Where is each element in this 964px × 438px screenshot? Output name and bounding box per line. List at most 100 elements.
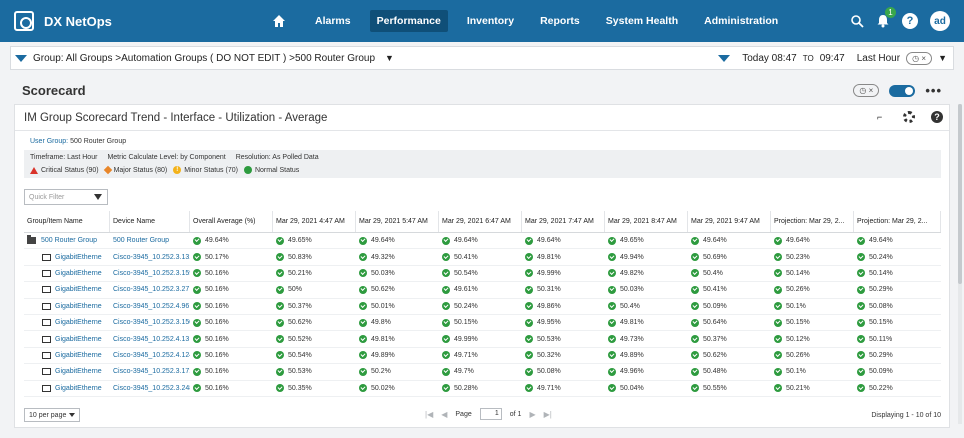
item-name-link[interactable]: GigabitEtherne (55, 368, 102, 375)
item-name-link[interactable]: GigabitEtherne (55, 286, 102, 293)
more-options-icon[interactable]: ••• (925, 83, 942, 98)
item-name-link[interactable]: GigabitEtherne (55, 254, 102, 261)
group-row[interactable]: 500 Router Group 500 Router Group 49.64% 49… (24, 233, 941, 250)
column-header[interactable]: Mar 29, 2021 6:47 AM (439, 211, 522, 232)
gear-icon[interactable] (903, 111, 915, 123)
user-avatar[interactable]: ad (930, 11, 950, 31)
panel-title: IM Group Scorecard Trend - Interface - U… (24, 112, 328, 124)
nav-reports[interactable]: Reports (533, 10, 587, 32)
check-circle-icon (691, 269, 699, 278)
device-name-link[interactable]: Cisco-3945_10.252.3.171 (113, 364, 190, 379)
table-row[interactable]: GigabitEtherne Cisco-3945_10.252.4.13 50.1… (24, 331, 941, 348)
chevron-down-icon[interactable]: ▼ (938, 53, 947, 63)
live-toggle[interactable] (889, 84, 916, 97)
column-header[interactable]: Mar 29, 2021 8:47 AM (605, 211, 688, 232)
column-header[interactable]: Mar 29, 2021 4:47 AM (273, 211, 356, 232)
device-name-link[interactable]: 500 Router Group (113, 233, 190, 248)
filter-icon[interactable] (94, 194, 102, 200)
table-row[interactable]: GigabitEtherne Cisco-3945_10.252.3.248 50.… (24, 381, 941, 397)
per-page-select[interactable]: 10 per page (24, 408, 80, 422)
scorecard-panel: IM Group Scorecard Trend - Interface - U… (14, 104, 950, 428)
search-icon[interactable] (851, 14, 864, 28)
value-text: 50.15% (869, 319, 893, 327)
value-cell: 50.03% (359, 266, 439, 281)
column-header[interactable]: Mar 29, 2021 5:47 AM (356, 211, 439, 232)
quick-filter-input[interactable]: Quick Filter (24, 189, 108, 205)
clock-clear-pill[interactable]: ◷ × (906, 51, 933, 65)
value-text: 50.16% (205, 269, 229, 277)
table-row[interactable]: GigabitEtherne Cisco-3945_10.252.4.124 50.… (24, 348, 941, 365)
device-name-link[interactable]: Cisco-3945_10.252.3.131 (113, 249, 190, 264)
value-cell: 50.62% (359, 282, 439, 297)
value-cell: 50.16% (193, 299, 273, 314)
help-icon[interactable]: ? (902, 13, 918, 29)
column-header[interactable]: Device Name (110, 211, 190, 232)
interface-icon (42, 335, 51, 343)
table-row[interactable]: GigabitEtherne Cisco-3945_10.252.3.150 50.… (24, 315, 941, 332)
value-cell: 49.7% (442, 364, 522, 379)
column-header[interactable]: Overall Average (%) (190, 211, 273, 232)
column-header[interactable]: Mar 29, 2021 9:47 AM (688, 211, 771, 232)
help-icon[interactable]: ? (931, 111, 943, 123)
item-name-link[interactable]: GigabitEtherne (55, 352, 102, 359)
item-name-link[interactable]: GigabitEtherne (55, 336, 102, 343)
value-cell: 50.08% (857, 299, 941, 314)
value-text: 49.86% (537, 302, 561, 310)
check-circle-icon (276, 269, 284, 278)
nav-inventory[interactable]: Inventory (460, 10, 521, 32)
chevron-down-icon[interactable]: ▼ (385, 53, 394, 63)
interface-icon (42, 384, 51, 392)
last-page-icon[interactable]: ▶| (544, 410, 552, 419)
page-scrollbar[interactable] (958, 104, 962, 424)
table-row[interactable]: GigabitEtherne Cisco-3945_10.252.3.27 50.1… (24, 282, 941, 299)
table-row[interactable]: GigabitEtherne Cisco-3945_10.252.3.131 50.… (24, 249, 941, 266)
device-name-link[interactable]: Cisco-3945_10.252.4.124 (113, 348, 190, 363)
check-circle-icon (774, 302, 782, 311)
nav-system-health[interactable]: System Health (599, 10, 685, 32)
check-circle-icon (525, 253, 533, 262)
value-cell: 50.16% (193, 266, 273, 281)
value-cell: 50.31% (525, 282, 605, 297)
value-text: 49.32% (371, 253, 395, 261)
home-icon[interactable] (272, 14, 286, 28)
first-page-icon[interactable]: |◀ (425, 410, 433, 419)
collapse-icon[interactable]: ⌐ (877, 112, 887, 122)
page-input[interactable]: 1 (479, 408, 502, 420)
device-name-link[interactable]: Cisco-3945_10.252.3.248 (113, 381, 190, 396)
nav-administration[interactable]: Administration (697, 10, 785, 32)
device-name-link[interactable]: Cisco-3945_10.252.3.27 (113, 282, 190, 297)
nav-performance[interactable]: Performance (369, 10, 448, 32)
item-name-link[interactable]: GigabitEtherne (55, 385, 102, 392)
app-logo[interactable]: DX NetOps (14, 11, 112, 31)
column-header[interactable]: Projection: Mar 29, 2... (771, 211, 854, 232)
value-cell: 49.71% (525, 381, 605, 396)
next-page-icon[interactable]: ▶ (529, 410, 535, 419)
device-name-link[interactable]: Cisco-3945_10.252.3.159 (113, 266, 190, 281)
device-name-link[interactable]: Cisco-3945_10.252.4.96 (113, 299, 190, 314)
value-text: 50.32% (537, 351, 561, 359)
time-range-selector[interactable]: Today 08:47 TO 09:47 Last Hour ◷ × ▼ (718, 49, 947, 67)
item-name-link[interactable]: GigabitEtherne (55, 270, 102, 277)
item-name-link[interactable]: GigabitEtherne (55, 303, 102, 310)
value-text: 50.15% (454, 319, 478, 327)
table-row[interactable]: GigabitEtherne Cisco-3945_10.252.3.159 50.… (24, 266, 941, 283)
scrollbar-thumb[interactable] (958, 104, 962, 284)
value-cell: 50.83% (276, 249, 356, 264)
item-name-link[interactable]: 500 Router Group (41, 237, 97, 244)
value-text: 49.64% (371, 237, 395, 245)
item-name-cell: GigabitEtherne (42, 266, 110, 281)
device-name-link[interactable]: Cisco-3945_10.252.3.150 (113, 315, 190, 330)
device-name-link[interactable]: Cisco-3945_10.252.4.13 (113, 331, 190, 346)
column-header[interactable]: Mar 29, 2021 7:47 AM (522, 211, 605, 232)
column-header[interactable]: Projection: Mar 29, 2... (854, 211, 941, 232)
prev-page-icon[interactable]: ◀ (441, 410, 447, 419)
clock-pill[interactable]: ◷ × (853, 84, 880, 97)
column-header[interactable]: Group/Item Name (24, 211, 110, 232)
item-name-link[interactable]: GigabitEtherne (55, 319, 102, 326)
value-text: 50.16% (205, 335, 229, 343)
table-row[interactable]: GigabitEtherne Cisco-3945_10.252.3.171 50.… (24, 364, 941, 381)
group-selector[interactable]: Group: All Groups >Automation Groups ( D… (15, 49, 394, 67)
table-row[interactable]: GigabitEtherne Cisco-3945_10.252.4.96 50.1… (24, 299, 941, 315)
notifications-button[interactable]: 1 (876, 7, 896, 28)
nav-alarms[interactable]: Alarms (308, 10, 358, 32)
